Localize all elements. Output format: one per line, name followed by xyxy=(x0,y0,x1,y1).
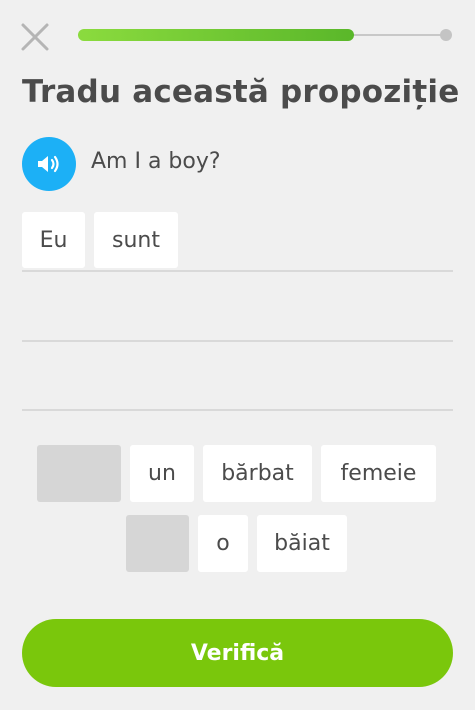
check-button[interactable]: Verifică xyxy=(22,619,453,687)
progress-fill xyxy=(78,29,354,41)
progress-end-dot xyxy=(440,29,452,41)
answer-line xyxy=(22,270,453,272)
close-icon xyxy=(21,23,49,51)
answer-line xyxy=(22,340,453,342)
answer-tile[interactable]: sunt xyxy=(94,212,178,268)
lesson-progress-bar xyxy=(78,29,452,41)
word-bank-tile[interactable]: un xyxy=(130,445,194,502)
exercise-title: Tradu această propoziție xyxy=(22,74,460,110)
word-bank-tile[interactable]: bărbat xyxy=(203,445,312,502)
word-bank-tile[interactable]: o xyxy=(198,515,248,572)
answer-line xyxy=(22,409,453,411)
used-word-slot xyxy=(37,445,121,502)
speaker-icon xyxy=(38,155,59,173)
prompt-sentence: Am I a boy? xyxy=(91,149,221,174)
word-bank-tile[interactable]: femeie xyxy=(321,445,436,502)
used-word-slot xyxy=(126,515,189,572)
answer-tile[interactable]: Eu xyxy=(22,212,85,268)
play-audio-button[interactable] xyxy=(22,137,76,191)
word-bank-tile[interactable]: băiat xyxy=(257,515,347,572)
close-button[interactable] xyxy=(20,22,50,52)
